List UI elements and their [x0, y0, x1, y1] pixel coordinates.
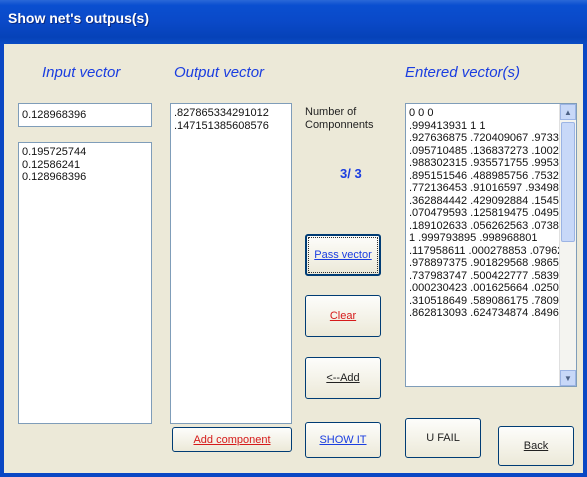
entered-vectors-heading: Entered vector(s) — [405, 64, 521, 81]
list-item[interactable]: 0 0 0 — [406, 107, 576, 120]
clear-button[interactable]: Clear — [305, 295, 381, 337]
list-item[interactable]: 0.12586241 — [19, 159, 151, 172]
list-item[interactable]: .772136453 .91016597 .9349887 — [406, 182, 576, 195]
title-bar[interactable]: Show net's outpus(s) — [0, 0, 587, 44]
input-vector-heading: Input vector — [42, 64, 121, 81]
window-frame-right — [583, 44, 587, 477]
list-item[interactable]: .827865334291012 — [171, 107, 291, 120]
back-button[interactable]: Back — [498, 426, 574, 466]
list-item[interactable]: .988302315 .935571755 .995383161 — [406, 157, 576, 170]
list-item[interactable]: .927636875 .720409067 .973304705 — [406, 132, 576, 145]
list-item[interactable]: .862813093 .624734874 .849670078 — [406, 307, 576, 320]
window-frame-left — [0, 44, 4, 477]
list-item[interactable]: .095710485 .136837273 .100262169 — [406, 145, 576, 158]
input-vector-field[interactable]: 0.128968396 — [18, 103, 152, 127]
list-item[interactable]: .737983747 .500422777 .58398726 — [406, 270, 576, 283]
list-item[interactable]: .070479593 .125819475 .049574395 — [406, 207, 576, 220]
output-vector-list[interactable]: .827865334291012 .147151385608576 — [170, 103, 292, 424]
entered-vectors-list[interactable]: 0 0 0 .999413931 1 1 .927636875 .7204090… — [405, 103, 577, 387]
input-vector-value: 0.128968396 — [22, 109, 87, 121]
entered-vectors-scrollbar[interactable]: ▲ ▼ — [559, 104, 576, 386]
list-item[interactable]: 0.128968396 — [19, 171, 151, 184]
scroll-up-icon[interactable]: ▲ — [560, 104, 576, 120]
add-button[interactable]: <--Add — [305, 357, 381, 399]
components-count: 3/ 3 — [340, 166, 362, 181]
pass-vector-button[interactable]: Pass vector — [305, 234, 381, 276]
list-item[interactable]: .978897375 .901829568 .986523451 — [406, 257, 576, 270]
window-frame-bottom — [0, 473, 587, 477]
list-item[interactable]: .362884442 .429092884 .154588715 — [406, 195, 576, 208]
list-item[interactable]: .000230423 .001625664 .025089904 — [406, 282, 576, 295]
list-item[interactable]: .895151546 .488985756 .753293597 — [406, 170, 576, 183]
show-it-button[interactable]: SHOW IT — [305, 422, 381, 458]
add-component-button[interactable]: Add component — [172, 427, 292, 452]
list-item[interactable]: .189102633 .056262563 .073826806 — [406, 220, 576, 233]
list-item[interactable]: .310518649 .589086175 .780944083 — [406, 295, 576, 308]
components-label: Number of Componnents — [305, 106, 374, 131]
list-item[interactable]: 0.195725744 — [19, 146, 151, 159]
entered-vectors-items: 0 0 0 .999413931 1 1 .927636875 .7204090… — [406, 104, 576, 320]
scrollbar-thumb[interactable] — [561, 122, 575, 242]
u-fail-button[interactable]: U FAIL — [405, 418, 481, 458]
input-vector-list[interactable]: 0.195725744 0.12586241 0.128968396 — [18, 142, 152, 424]
list-item[interactable]: 1 .999793895 .998968801 — [406, 232, 576, 245]
list-item[interactable]: .999413931 1 1 — [406, 120, 576, 133]
list-item[interactable]: .147151385608576 — [171, 120, 291, 133]
app-window: Show net's outpus(s) Input vector Output… — [0, 0, 587, 477]
scroll-down-icon[interactable]: ▼ — [560, 370, 576, 386]
list-item[interactable]: .117958611 .000278853 .079622978 — [406, 245, 576, 258]
output-vector-heading: Output vector — [174, 64, 265, 81]
window-title: Show net's outpus(s) — [8, 10, 149, 26]
